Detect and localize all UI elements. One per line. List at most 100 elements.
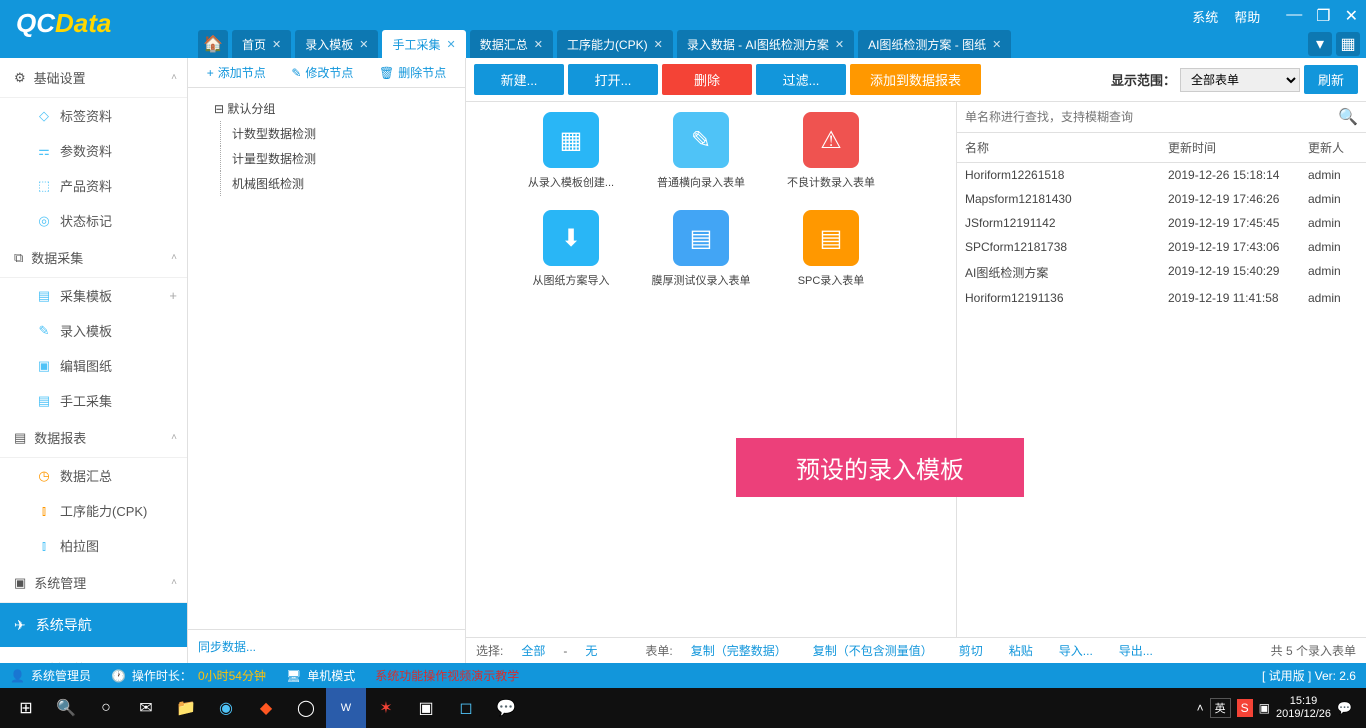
menu-system[interactable]: 系统 <box>1192 7 1218 26</box>
filter-button[interactable]: 过滤... <box>756 64 846 95</box>
template-icon: ▤ <box>36 288 52 304</box>
close-icon[interactable]: ✕ <box>992 38 1001 51</box>
select-all[interactable]: 全部 <box>521 642 545 659</box>
search-icon[interactable]: 🔍 <box>46 688 86 728</box>
app2-icon[interactable]: ✶ <box>366 688 406 728</box>
tab-2[interactable]: 手工采集✕ <box>382 30 465 58</box>
tabs-menu-icon[interactable]: ▾ <box>1308 32 1332 56</box>
close-icon[interactable]: ✕ <box>272 38 281 51</box>
qcdata-icon[interactable]: ◻ <box>446 688 486 728</box>
copy-part[interactable]: 复制（不包含测量值） <box>813 642 933 659</box>
cut[interactable]: 剪切 <box>959 642 983 659</box>
tile-5[interactable]: ▤SPC录入表单 <box>786 210 876 288</box>
addreport-button[interactable]: 添加到数据报表 <box>850 64 981 95</box>
sidebar-item-collect-tpl[interactable]: ▤采集模板+ <box>0 278 187 313</box>
import[interactable]: 导入... <box>1059 642 1093 659</box>
tabs-grid-icon[interactable]: ▦ <box>1336 32 1360 56</box>
sidebar-item-summary[interactable]: ◷数据汇总 <box>0 458 187 493</box>
mail-icon[interactable]: ✉ <box>126 688 166 728</box>
sidebar-item-input-tpl[interactable]: ✎录入模板 <box>0 313 187 348</box>
tab-home[interactable]: 🏠 <box>198 30 228 58</box>
sidebar-item-manual[interactable]: ▤手工采集 <box>0 383 187 418</box>
tree-add-button[interactable]: +添加节点 <box>207 64 266 81</box>
list-row[interactable]: AI图纸检测方案2019-12-19 15:40:29admin <box>957 259 1366 286</box>
tray-up-icon[interactable]: ˄ <box>1197 701 1204 715</box>
maximize-icon[interactable]: ❐ <box>1316 6 1330 26</box>
tree-sync-button[interactable]: 同步数据... <box>188 629 465 663</box>
tile-1[interactable]: ✎普通横向录入表单 <box>656 112 746 190</box>
app-icon[interactable]: ◆ <box>246 688 286 728</box>
paste[interactable]: 粘贴 <box>1009 642 1033 659</box>
tile-4[interactable]: ▤膜厚测试仪录入表单 <box>656 210 746 288</box>
tray-icon[interactable]: ▣ <box>1259 701 1270 715</box>
explorer-icon[interactable]: 📁 <box>166 688 206 728</box>
tutorial-link[interactable]: 系统功能操作视频演示教学 <box>375 667 519 684</box>
select-none[interactable]: 无 <box>585 642 597 659</box>
sidebar-group-report[interactable]: ▤数据报表˄ <box>0 418 187 458</box>
export[interactable]: 导出... <box>1119 642 1153 659</box>
minimize-icon[interactable]: — <box>1286 6 1302 26</box>
delete-button[interactable]: 删除 <box>662 64 752 95</box>
wps-icon[interactable]: W <box>326 688 366 728</box>
sidebar-item-product[interactable]: ⬚产品资料 <box>0 168 187 203</box>
app-logo: QCData <box>0 0 127 47</box>
tab-4[interactable]: 工序能力(CPK)✕ <box>557 30 673 58</box>
app3-icon[interactable]: ▣ <box>406 688 446 728</box>
list-row[interactable]: Horiform121911362019-12-19 11:41:58admin <box>957 286 1366 310</box>
tree-leaf[interactable]: 机械图纸检测 <box>198 171 455 196</box>
list-row[interactable]: SPCform121817382019-12-19 17:43:06admin <box>957 235 1366 259</box>
tab-3[interactable]: 数据汇总✕ <box>470 30 553 58</box>
ime-indicator[interactable]: 英 <box>1210 698 1231 718</box>
plus-icon[interactable]: + <box>169 288 177 303</box>
tile-2[interactable]: ⚠不良计数录入表单 <box>786 112 876 190</box>
close-icon[interactable]: ✕ <box>534 38 543 51</box>
sidebar-group-system[interactable]: ▣系统管理˄ <box>0 563 187 603</box>
list-row[interactable]: Horiform122615182019-12-26 15:18:14admin <box>957 163 1366 187</box>
wechat-icon[interactable]: 💬 <box>486 688 526 728</box>
tree-del-button[interactable]: 🗑删除节点 <box>379 64 446 81</box>
copy-full[interactable]: 复制（完整数据） <box>691 642 787 659</box>
close-icon[interactable]: ✕ <box>359 38 368 51</box>
menu-help[interactable]: 帮助 <box>1234 7 1260 26</box>
sidebar-item-tag[interactable]: ◇标签资料 <box>0 98 187 133</box>
cortana-icon[interactable]: ○ <box>86 688 126 728</box>
tree-edit-button[interactable]: ✎修改节点 <box>291 64 353 81</box>
statusbar: 👤系统管理员 🕐操作时长：0小时54分钟 🖥单机模式 系统功能操作视频演示教学 … <box>0 663 1366 688</box>
tile-0[interactable]: ▦从录入模板创建... <box>526 112 616 190</box>
tree-leaf[interactable]: 计量型数据检测 <box>198 146 455 171</box>
browser-icon[interactable]: ◉ <box>206 688 246 728</box>
sidebar-item-pareto[interactable]: ⫾柏拉图 <box>0 528 187 563</box>
sidebar-item-param[interactable]: ⚎参数资料 <box>0 133 187 168</box>
tree-root[interactable]: ⊟ 默认分组 <box>198 96 455 121</box>
notification-icon[interactable]: 💬 <box>1337 701 1352 715</box>
close-icon[interactable]: ✕ <box>654 38 663 51</box>
sidebar-group-collect[interactable]: ⧉数据采集˄ <box>0 238 187 278</box>
tab-1[interactable]: 录入模板✕ <box>295 30 378 58</box>
sidebar-item-edit-draw[interactable]: ▣编辑图纸 <box>0 348 187 383</box>
sidebar-item-status[interactable]: ◎状态标记 <box>0 203 187 238</box>
close-icon[interactable]: ✕ <box>446 38 455 51</box>
list-row[interactable]: JSform121911422019-12-19 17:45:45admin <box>957 211 1366 235</box>
refresh-button[interactable]: 刷新 <box>1304 65 1358 94</box>
open-button[interactable]: 打开... <box>568 64 658 95</box>
start-icon[interactable]: ⊞ <box>6 688 46 728</box>
sidebar-custom[interactable]: ✖订制功能 <box>0 647 187 663</box>
search-input[interactable] <box>965 110 1338 124</box>
tree-leaf[interactable]: 计数型数据检测 <box>198 121 455 146</box>
new-button[interactable]: 新建... <box>474 64 564 95</box>
chrome-icon[interactable]: ◯ <box>286 688 326 728</box>
tile-3[interactable]: ⬇从图纸方案导入 <box>526 210 616 288</box>
close-icon[interactable]: ✕ <box>835 38 844 51</box>
tab-5[interactable]: 录入数据 - AI图纸检测方案✕ <box>677 30 854 58</box>
sidebar-nav-button[interactable]: ✈系统导航 <box>0 603 187 647</box>
clock[interactable]: 15:192019/12/26 <box>1276 695 1331 721</box>
sidebar-group-basic[interactable]: ⚙基础设置˄ <box>0 58 187 98</box>
close-icon[interactable]: ✕ <box>1345 6 1358 26</box>
sogou-icon[interactable]: S <box>1237 699 1253 717</box>
list-row[interactable]: Mapsform121814302019-12-19 17:46:26admin <box>957 187 1366 211</box>
search-icon[interactable]: 🔍 <box>1338 107 1358 127</box>
tab-6[interactable]: AI图纸检测方案 - 图纸✕ <box>858 30 1011 58</box>
tab-0[interactable]: 首页✕ <box>232 30 291 58</box>
sidebar-item-cpk[interactable]: ⫾工序能力(CPK) <box>0 493 187 528</box>
range-select[interactable]: 全部表单 <box>1180 68 1300 92</box>
